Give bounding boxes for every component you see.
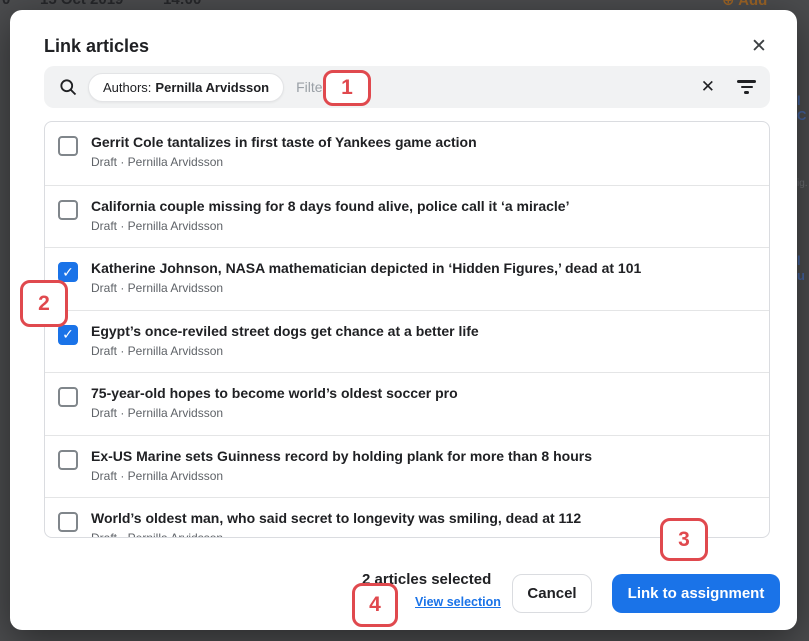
article-row[interactable]: Ex-US Marine sets Guinness record by hol… [45, 435, 769, 498]
article-checkbox[interactable] [58, 387, 78, 407]
article-row[interactable]: Gerrit Cole tantalizes in first taste of… [45, 122, 769, 185]
article-title: Ex-US Marine sets Guinness record by hol… [91, 447, 592, 466]
article-row[interactable]: 75-year-old hopes to become world’s olde… [45, 372, 769, 435]
clear-search-icon[interactable]: ✕ [701, 77, 715, 97]
article-meta: Draft · Pernilla Arvidsson [91, 531, 581, 538]
article-checkbox[interactable] [58, 450, 78, 470]
article-title: Egypt’s once-reviled street dogs get cha… [91, 322, 479, 341]
som-annotation-3: 3 [660, 518, 708, 561]
article-list[interactable]: Gerrit Cole tantalizes in first taste of… [44, 121, 770, 538]
background-text-fragment: l u [797, 253, 809, 283]
som-annotation-4: 4 [352, 583, 398, 627]
article-title: World’s oldest man, who said secret to l… [91, 509, 581, 528]
dialog-title: Link articles [44, 36, 149, 57]
article-meta: Draft · Pernilla Arvidsson [91, 406, 458, 420]
background-number: 0 [2, 0, 10, 8]
som-annotation-2: 2 [20, 280, 68, 327]
chip-prefix: Authors: [103, 80, 151, 95]
article-row[interactable]: Egypt’s once-reviled street dogs get cha… [45, 310, 769, 373]
link-to-assignment-button[interactable]: Link to assignment [612, 574, 780, 613]
article-title: California couple missing for 8 days fou… [91, 197, 569, 216]
search-icon [58, 77, 78, 97]
article-checkbox[interactable] [58, 200, 78, 220]
background-text-fragment: ig. [797, 178, 808, 189]
background-date: 15 Oct 2019 [40, 0, 123, 8]
article-meta: Draft · Pernilla Arvidsson [91, 469, 592, 483]
author-filter-chip[interactable]: Authors: Pernilla Arvidsson [88, 73, 284, 102]
article-title: Katherine Johnson, NASA mathematician de… [91, 259, 641, 278]
article-checkbox[interactable] [58, 512, 78, 532]
view-selection-link[interactable]: View selection [415, 595, 501, 609]
background-text-fragment: l C [797, 93, 809, 123]
close-icon[interactable]: ✕ [745, 32, 773, 60]
article-meta: Draft · Pernilla Arvidsson [91, 155, 477, 169]
article-checkbox[interactable] [58, 325, 78, 345]
article-meta: Draft · Pernilla Arvidsson [91, 344, 479, 358]
background-time: 14:00 [163, 0, 201, 8]
search-filter-bar[interactable]: Authors:Pernilla Arvidsson Filter... ✕ [44, 66, 770, 108]
article-checkbox[interactable] [58, 262, 78, 282]
chip-value: Pernilla Arvidsson [155, 80, 269, 95]
article-row[interactable]: Katherine Johnson, NASA mathematician de… [45, 247, 769, 310]
background-add-button: ⊕ Add [722, 0, 767, 9]
article-meta: Draft · Pernilla Arvidsson [91, 281, 641, 295]
filter-options-icon[interactable] [737, 80, 756, 94]
article-title: Gerrit Cole tantalizes in first taste of… [91, 133, 477, 152]
article-checkbox[interactable] [58, 136, 78, 156]
article-title: 75-year-old hopes to become world’s olde… [91, 384, 458, 403]
article-meta: Draft · Pernilla Arvidsson [91, 219, 569, 233]
som-annotation-1: 1 [323, 70, 371, 106]
cancel-button[interactable]: Cancel [512, 574, 592, 613]
article-row[interactable]: California couple missing for 8 days fou… [45, 185, 769, 248]
